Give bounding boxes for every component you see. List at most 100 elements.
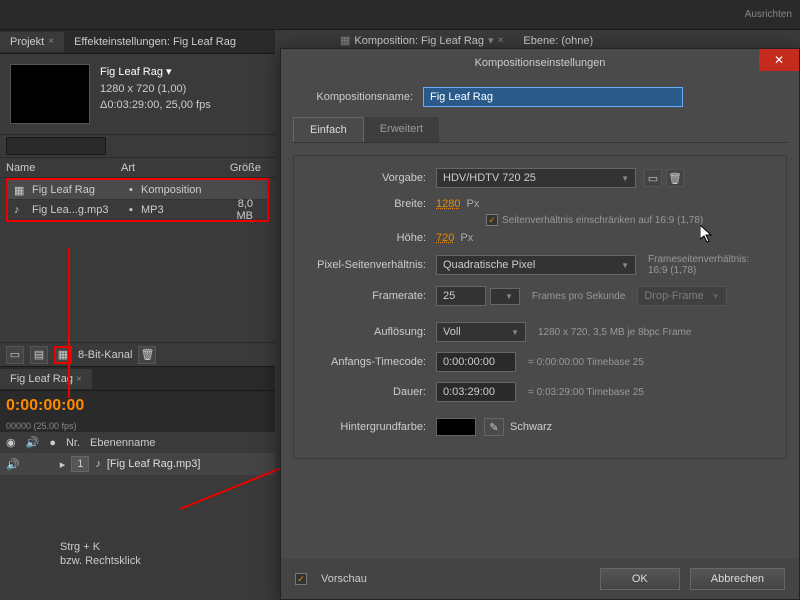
close-icon[interactable]: × (48, 36, 54, 47)
row-type: Komposition (141, 184, 219, 196)
close-button[interactable]: ✕ (759, 49, 799, 71)
fps-label: Framerate: (306, 290, 436, 302)
framerate-input[interactable]: 25 (436, 286, 486, 306)
tab-effect[interactable]: Effekteinstellungen: Fig Leaf Rag (64, 32, 246, 52)
hint-line1: Strg + K (60, 540, 141, 554)
timeline-columns: ◉ 🔊 ● Nr. Ebenenname (0, 431, 275, 453)
eyedropper-icon[interactable]: ✎ (484, 418, 504, 436)
tab-layer-label: Ebene: (ohne) (523, 35, 593, 47)
cancel-button[interactable]: Abbrechen (690, 568, 785, 590)
hint-line2: bzw. Rechtsklick (60, 554, 141, 568)
table-row[interactable]: ♪ Fig Lea...g.mp3 ▪ MP3 8,0 MB (8, 200, 267, 220)
comp-thumbnail[interactable] (10, 64, 90, 124)
panel-tabs: Projekt × Effekteinstellungen: Fig Leaf R… (0, 30, 275, 54)
audio-icon: ♪ (14, 204, 28, 216)
col-size[interactable]: Größe (211, 162, 269, 174)
tab-comp-label: Komposition: Fig Leaf Rag (354, 35, 484, 47)
speaker-icon[interactable]: 🔊 (6, 458, 20, 471)
duration-input[interactable] (436, 382, 516, 402)
app-toolbar: Ausrichten (0, 0, 800, 30)
width-value[interactable]: 1280 (436, 198, 460, 210)
label-icon: ▪ (129, 184, 141, 196)
framerate-dropdown[interactable]: ▼ (490, 288, 520, 305)
dialog-title: Kompositionseinstellungen (475, 57, 606, 69)
trash-icon[interactable]: 🗑 (138, 346, 156, 364)
far-value: 16:9 (1,78) (648, 265, 749, 276)
comp-dims: 1280 x 720 (1,00) (100, 81, 211, 98)
dialog-titlebar[interactable]: Kompositionseinstellungen ✕ (281, 49, 799, 77)
preset-dropdown[interactable]: HDV/HDTV 720 25 ▼ (436, 168, 636, 188)
fps-unit: Frames pro Sekunde (532, 291, 625, 302)
bg-color-swatch[interactable] (436, 418, 476, 436)
layer-row[interactable]: 🔊 ▸ 1 ♪ [Fig Leaf Rag.mp3] (0, 453, 275, 475)
col-layername: Ebenenname (90, 437, 155, 449)
basic-section: Vorgabe: HDV/HDTV 720 25 ▼ ▭ 🗑 Breite: 12… (293, 155, 787, 459)
highlighted-rows: ▦ Fig Leaf Rag ▪ Komposition ♪ Fig Lea..… (6, 178, 269, 222)
bit-depth-label[interactable]: 8-Bit-Kanal (78, 349, 132, 361)
chevron-down-icon: ▼ (505, 292, 513, 301)
ok-button[interactable]: OK (600, 568, 680, 590)
speaker-icon[interactable]: 🔊 (26, 436, 40, 449)
annotation-hint: Strg + K bzw. Rechtsklick (60, 540, 141, 569)
annotation-arrow (68, 248, 70, 398)
project-bottom-toolbar: ▭ ▤ ▦ 8-Bit-Kanal 🗑 (0, 342, 275, 366)
trash-icon[interactable]: 🗑 (666, 169, 684, 187)
bg-color-name: Schwarz (510, 421, 552, 433)
preset-label: Vorgabe: (306, 172, 436, 184)
dialog-tabs: Einfach Erweitert (293, 117, 787, 143)
tab-effect-label: Effekteinstellungen: Fig Leaf Rag (74, 36, 236, 48)
tab-project[interactable]: Projekt × (0, 32, 64, 52)
align-label: Ausrichten (745, 9, 792, 20)
height-value[interactable]: 720 (436, 232, 454, 244)
par-label: Pixel-Seitenverhältnis: (306, 259, 436, 271)
folder-icon[interactable]: ▭ (6, 346, 24, 364)
start-tc-label: Anfangs-Timecode: (306, 356, 436, 368)
project-panel: Projekt × Effekteinstellungen: Fig Leaf R… (0, 30, 275, 475)
bg-label: Hintergrundfarbe: (306, 421, 436, 433)
fps-value: 25 (443, 290, 455, 302)
width-label: Breite: (306, 198, 436, 210)
lock-aspect-checkbox[interactable]: ✓ (486, 214, 498, 226)
preview-checkbox[interactable]: ✓ (295, 573, 307, 585)
resolution-dropdown[interactable]: Voll ▼ (436, 322, 526, 342)
eye-icon[interactable]: ◉ (6, 436, 16, 449)
lock-icon[interactable]: ● (49, 437, 56, 449)
interpret-icon[interactable]: ▤ (30, 346, 48, 364)
chevron-down-icon: ▼ (621, 261, 629, 270)
search-input[interactable] (6, 137, 106, 155)
comp-icon: ▦ (14, 184, 28, 196)
label-icon: ▪ (129, 204, 141, 216)
px-label: Px (466, 198, 479, 210)
tab-advanced[interactable]: Erweitert (364, 117, 439, 142)
lock-aspect-label: Seitenverhältnis einschränken auf 16:9 (… (502, 215, 703, 226)
far-label: Frameseitenverhältnis: (648, 254, 749, 265)
row-size: 8,0 MB (219, 198, 261, 222)
chevron-down-icon: ▼ (712, 292, 720, 301)
close-icon[interactable]: × (76, 374, 82, 385)
res-value: Voll (443, 326, 461, 338)
chevron-down-icon: ▼ (511, 328, 519, 337)
timeline-tab[interactable]: Fig Leaf Rag × (0, 369, 92, 389)
res-label: Auflösung: (306, 326, 436, 338)
comp-name-input[interactable] (423, 87, 683, 107)
start-tc-input[interactable] (436, 352, 516, 372)
comp-duration: Δ0:03:29:00, 25,00 fps (100, 97, 211, 114)
duration-label: Dauer: (306, 386, 436, 398)
preset-value: HDV/HDTV 720 25 (443, 172, 536, 184)
close-icon[interactable]: × (498, 35, 504, 46)
col-type[interactable]: Art (121, 162, 211, 174)
tab-project-label: Projekt (10, 36, 44, 48)
chevron-down-icon: ▼ (621, 174, 629, 183)
col-name[interactable]: Name (6, 162, 121, 174)
dropframe-dropdown: Drop-Frame▼ (637, 286, 726, 306)
comp-name[interactable]: Fig Leaf Rag ▾ (100, 64, 211, 81)
save-preset-icon[interactable]: ▭ (644, 169, 662, 187)
comp-preview: Fig Leaf Rag ▾ 1280 x 720 (1,00) Δ0:03:2… (0, 54, 275, 134)
par-dropdown[interactable]: Quadratische Pixel▼ (436, 255, 636, 275)
audio-icon: ♪ (95, 458, 101, 470)
comp-name-label: Kompositionsname: (293, 91, 423, 103)
tab-basic[interactable]: Einfach (293, 117, 364, 142)
current-timecode[interactable]: 0:00:00:00 (0, 391, 275, 421)
expand-icon[interactable]: ▸ (60, 458, 66, 471)
timecode-frames: 00000 (25.00 fps) (0, 421, 275, 431)
